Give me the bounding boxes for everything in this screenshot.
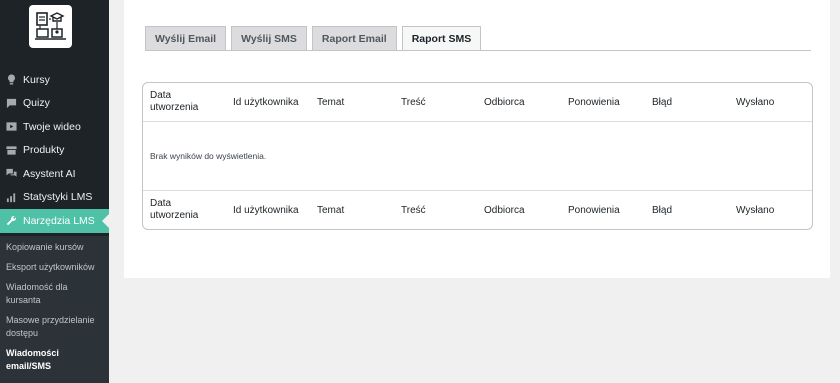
tab-wyslij-email[interactable]: Wyślij Email (145, 26, 227, 50)
sidebar-item-asystent-ai[interactable]: Asystent AI (0, 162, 109, 186)
tab-raport-sms[interactable]: Raport SMS (401, 26, 482, 50)
column-footer-blad[interactable]: Błąd (652, 205, 672, 217)
column-footer-ponowienia[interactable]: Ponowienia (568, 205, 620, 217)
sidebar-item-label: Twoje wideo (23, 120, 81, 133)
sidebar-item-label: Asystent AI (23, 167, 76, 180)
sidebar-item-statystyki-lms[interactable]: Statystyki LMS (0, 186, 109, 210)
submenu-item-eksport-uzytkownikow[interactable]: Eksport użytkowników (0, 259, 109, 276)
sidebar-item-label: Narzędzia LMS (23, 214, 95, 227)
column-header-id-uzytkownika[interactable]: Id użytkownika (233, 97, 299, 109)
sidebar-menu: Kursy Quizy Twoje wideo Produkty Asysten… (0, 68, 109, 233)
column-header-blad[interactable]: Błąd (652, 97, 672, 109)
lightbulb-icon (6, 74, 17, 85)
empty-message: Brak wyników do wyświetlenia. (150, 151, 267, 161)
submenu-item-kopiowanie-kursow[interactable]: Kopiowanie kursów (0, 239, 109, 256)
sidebar-submenu: Kopiowanie kursów Eksport użytkowników W… (0, 236, 109, 383)
sidebar-item-narzedzia-lms[interactable]: Narzędzia LMS (0, 209, 109, 233)
sidebar-item-twoje-wideo[interactable]: Twoje wideo (0, 115, 109, 139)
admin-sidebar: Kursy Quizy Twoje wideo Produkty Asysten… (0, 0, 109, 383)
tab-wyslij-sms[interactable]: Wyślij SMS (231, 26, 307, 50)
column-header-wyslano[interactable]: Wysłano (736, 97, 774, 109)
logo-icon (35, 12, 66, 40)
tab-bar: Wyślij Email Wyślij SMS Raport Email Rap… (145, 26, 486, 50)
tab-divider (145, 50, 811, 51)
bar-chart-icon (6, 192, 17, 203)
sidebar-item-label: Kursy (23, 73, 50, 86)
submenu-item-masowe-przydzielanie[interactable]: Masowe przydzielanie dostępu (0, 312, 109, 342)
main-panel: Wyślij Email Wyślij SMS Raport Email Rap… (124, 0, 830, 278)
column-header-ponowienia[interactable]: Ponowienia (568, 97, 620, 109)
column-header-odbiorca[interactable]: Odbiorca (484, 97, 525, 109)
sidebar-item-quizy[interactable]: Quizy (0, 92, 109, 116)
chat-icon (6, 98, 17, 109)
comments-icon (6, 168, 17, 179)
video-icon (6, 121, 17, 132)
sidebar-item-label: Quizy (23, 97, 50, 110)
column-footer-temat[interactable]: Temat (317, 205, 344, 217)
column-header-tresc[interactable]: Treść (401, 97, 426, 109)
empty-row: Brak wyników do wyświetlenia. (143, 122, 812, 191)
wrench-icon (6, 215, 17, 226)
table-footer-row: Data utworzenia Id użytkownika Temat Tre… (143, 191, 812, 229)
column-header-temat[interactable]: Temat (317, 97, 344, 109)
column-footer-id-uzytkownika[interactable]: Id użytkownika (233, 205, 299, 217)
app-logo[interactable] (29, 5, 72, 48)
column-footer-tresc[interactable]: Treść (401, 205, 426, 217)
sms-report-table: Data utworzenia Id użytkownika Temat Tre… (142, 82, 813, 230)
submenu-item-wiadomosc-dla-kursanta[interactable]: Wiadomość dla kursanta (0, 279, 109, 309)
sidebar-item-kursy[interactable]: Kursy (0, 68, 109, 92)
sidebar-item-label: Statystyki LMS (23, 191, 93, 204)
submenu-item-wiadomosci-email-sms[interactable]: Wiadomości email/SMS (0, 345, 109, 375)
column-footer-wyslano[interactable]: Wysłano (736, 205, 774, 217)
tab-raport-email[interactable]: Raport Email (311, 26, 397, 50)
archive-icon (6, 145, 17, 156)
column-footer-odbiorca[interactable]: Odbiorca (484, 205, 525, 217)
column-footer-data-utworzenia[interactable]: Data utworzenia (150, 198, 220, 222)
column-header-data-utworzenia[interactable]: Data utworzenia (150, 90, 220, 114)
sidebar-item-label: Produkty (23, 144, 65, 157)
table-header-row: Data utworzenia Id użytkownika Temat Tre… (143, 83, 812, 122)
sidebar-item-produkty[interactable]: Produkty (0, 139, 109, 163)
